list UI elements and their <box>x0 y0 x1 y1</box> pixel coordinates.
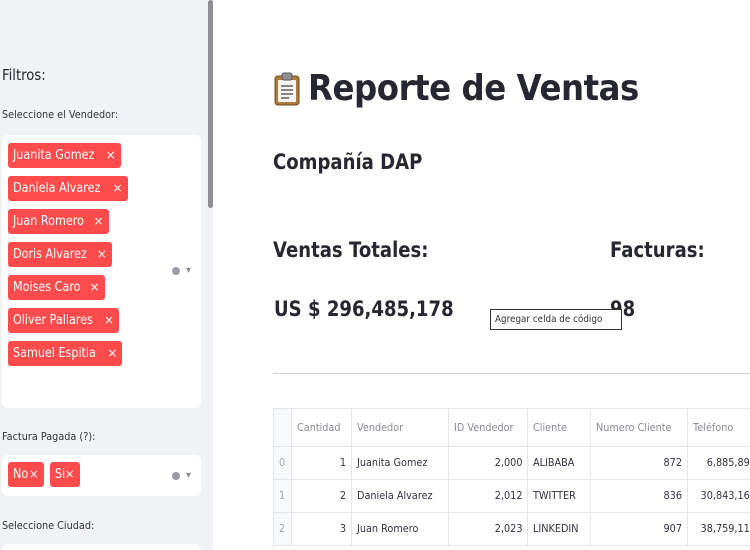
table-cell: Daniela Alvarez <box>351 479 450 513</box>
remove-tag-icon[interactable]: × <box>113 176 123 201</box>
invoices-label: Facturas: <box>610 238 705 262</box>
filter-tag-label: Juanita Gomez <box>13 148 95 163</box>
filter-tag-label: Juan Romero <box>13 214 84 229</box>
filter-tag-label: Oliver Pallares <box>13 313 93 328</box>
row-index: 2 <box>274 512 292 546</box>
remove-tag-icon[interactable]: × <box>107 341 117 366</box>
filter-tag-label: Daniela Alvarez <box>13 181 101 196</box>
filter-tag-label: No <box>13 467 29 482</box>
column-header[interactable]: Vendedor <box>351 409 450 447</box>
table-cell: 3 <box>291 512 353 546</box>
table-cell: 6,885,896 <box>687 446 750 480</box>
row-index: 0 <box>274 446 292 480</box>
page-title-text: Reporte de Ventas <box>308 68 639 109</box>
clear-all-icon[interactable] <box>171 471 180 480</box>
table-cell: 2,012 <box>448 479 529 513</box>
table-row[interactable]: 01Juanita Gomez2,000ALIBABA8726,885,896 <box>274 446 750 480</box>
filter-tag[interactable]: Daniela Alvarez × <box>8 176 128 201</box>
filter-tag[interactable]: No × <box>8 462 44 487</box>
table-cell: TWITTER <box>527 479 591 513</box>
vendor-multiselect[interactable]: Juanita Gomez × Daniela Alvarez × Juan Romer… <box>2 135 201 408</box>
divider <box>273 373 750 374</box>
table-cell: 1 <box>291 446 353 480</box>
filter-tag[interactable]: Oliver Pallares × <box>8 308 119 333</box>
column-header[interactable]: Numero Cliente <box>590 409 688 447</box>
table-header-row: Cantidad Vendedor ID Vendedor Cliente Numero… <box>274 409 750 447</box>
filter-tag[interactable]: Doris Alvarez × <box>8 242 112 267</box>
filter-tag[interactable]: Moises Caro × <box>8 275 105 300</box>
vendor-filter-label: Seleccione el Vendedor: <box>2 108 119 121</box>
remove-tag-icon[interactable]: × <box>106 143 116 168</box>
remove-tag-icon[interactable]: × <box>94 209 104 234</box>
remove-tag-icon[interactable]: × <box>97 242 107 267</box>
column-header[interactable]: Cantidad <box>291 409 353 447</box>
page-title: Reporte de Ventas <box>274 68 676 109</box>
chevron-down-icon[interactable]: ▾ <box>186 470 191 481</box>
sales-dataframe[interactable]: Cantidad Vendedor ID Vendedor Cliente Numero… <box>273 408 750 550</box>
vendor-multiselect-controls: ▾ <box>171 265 191 276</box>
filter-tag[interactable]: Samuel Espitia × <box>8 341 123 366</box>
table-row[interactable]: 23Juan Romero2,023LINKEDIN90738,759,119 <box>274 512 750 546</box>
clear-all-icon[interactable] <box>171 266 180 275</box>
column-header[interactable] <box>274 409 292 447</box>
table-cell: 907 <box>590 512 688 546</box>
add-code-cell-tooltip: Agregar celda de código <box>490 309 622 330</box>
total-sales-label: Ventas Totales: <box>273 238 429 262</box>
filter-tag-label: Moises Caro <box>13 280 81 295</box>
chevron-down-icon[interactable]: ▾ <box>186 265 191 276</box>
company-subtitle: Compañía DAP <box>273 150 423 174</box>
table-cell: Juan Romero <box>351 512 450 546</box>
column-header[interactable]: ID Vendedor <box>448 409 529 447</box>
column-header[interactable]: Teléfono <box>687 409 750 447</box>
filter-tag[interactable]: Juan Romero × <box>8 209 109 234</box>
filter-tag-label: Si <box>54 467 65 482</box>
main-content: Reporte de Ventas Compañía DAP Ventas To… <box>213 0 750 550</box>
city-multiselect[interactable] <box>2 544 201 550</box>
table-cell: 30,843,163 <box>687 479 750 513</box>
table-cell: ALIBABA <box>527 446 591 480</box>
table-cell: 872 <box>590 446 688 480</box>
table-cell: 2,023 <box>448 512 529 546</box>
paid-tag-list: No × Si × <box>8 462 168 487</box>
table-cell: 38,759,119 <box>687 512 750 546</box>
table-cell: 2,000 <box>448 446 529 480</box>
vendor-tag-list: Juanita Gomez × Daniela Alvarez × Juan Romer… <box>8 143 168 366</box>
table-cell: 836 <box>590 479 688 513</box>
paid-multiselect[interactable]: No × Si × ▾ <box>2 455 201 496</box>
table-cell: 2 <box>291 479 353 513</box>
city-filter-label: Seleccione Ciudad: <box>2 519 95 532</box>
sidebar: Filtros: Seleccione el Vendedor: Juanita… <box>0 0 213 550</box>
remove-tag-icon[interactable]: × <box>29 462 39 487</box>
filter-tag[interactable]: Si × <box>49 462 80 487</box>
remove-tag-icon[interactable]: × <box>104 308 114 333</box>
column-header[interactable]: Cliente <box>527 409 591 447</box>
paid-filter-label: Factura Pagada (?): <box>2 430 96 443</box>
table-cell: LINKEDIN <box>527 512 591 546</box>
paid-multiselect-controls: ▾ <box>171 470 191 481</box>
clipboard-icon <box>274 72 300 106</box>
remove-tag-icon[interactable]: × <box>65 462 75 487</box>
remove-tag-icon[interactable]: × <box>90 275 100 300</box>
table-cell: Juanita Gomez <box>351 446 450 480</box>
table-row[interactable]: 1 2 Daniela Alvarez 2,012 TWITTER 836 30,843,1… <box>274 479 750 513</box>
filter-tag-label: Samuel Espitia <box>13 346 96 361</box>
filter-tag-label: Doris Alvarez <box>13 247 87 262</box>
sidebar-title: Filtros: <box>2 66 46 84</box>
filter-tag[interactable]: Juanita Gomez × <box>8 143 121 168</box>
row-index: 1 <box>274 479 292 513</box>
total-sales-value: US $ 296,485,178 <box>274 297 454 321</box>
